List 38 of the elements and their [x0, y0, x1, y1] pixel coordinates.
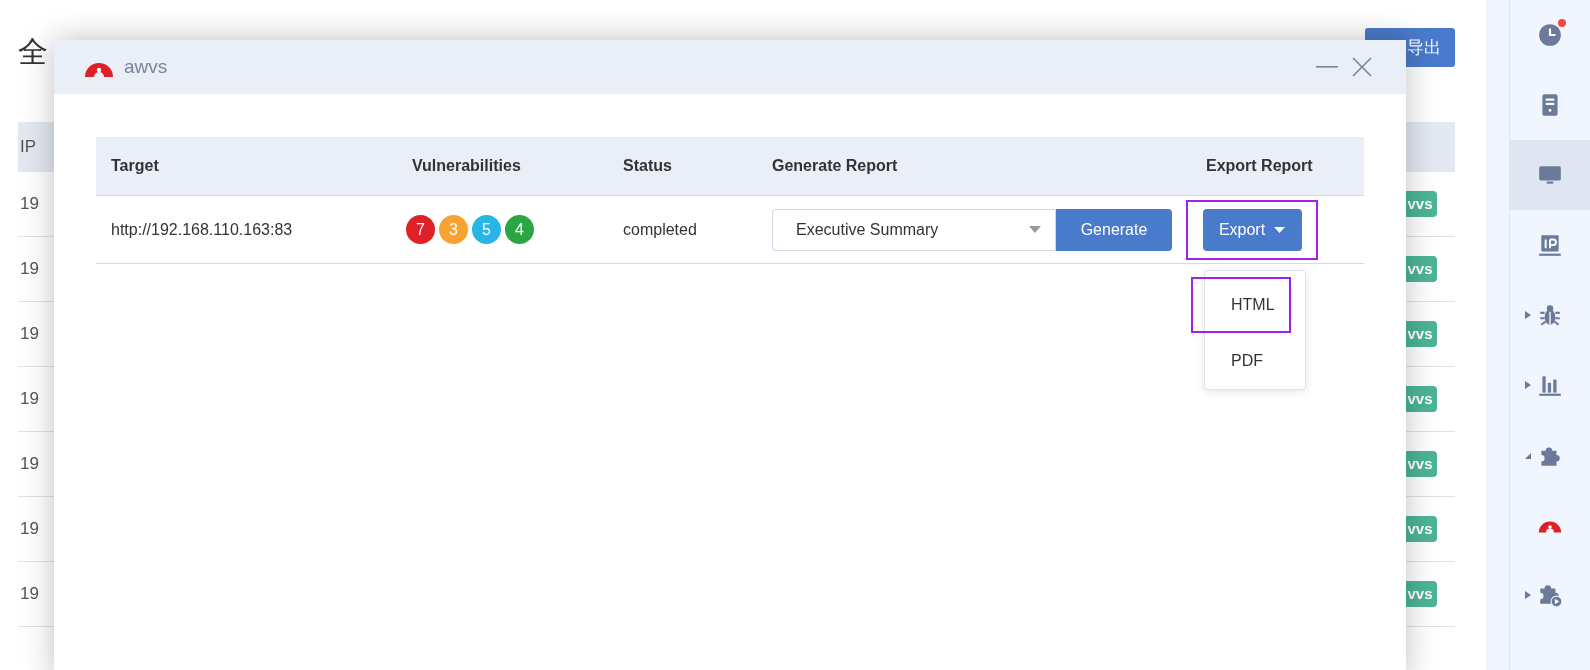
table-cell-text: 19	[20, 193, 39, 216]
column-header: Status	[623, 156, 673, 176]
column-header: IP	[20, 136, 37, 159]
report-type-select[interactable]: Executive Summary	[772, 208, 1056, 251]
collapsed-arrow-icon[interactable]	[1524, 310, 1532, 320]
vulnerability-count: 4	[505, 215, 534, 244]
minimize-icon[interactable]	[1316, 65, 1338, 69]
page-title: 全	[18, 34, 48, 70]
column-header: Vulnerabilities	[412, 156, 522, 176]
plugin-icon[interactable]	[1537, 582, 1563, 608]
table-cell-text: 19	[20, 453, 39, 476]
export-dropdown-button[interactable]: Export	[1202, 208, 1302, 251]
menu-item[interactable]: HTML	[1191, 277, 1291, 333]
clock-icon[interactable]	[1537, 22, 1563, 48]
sidebar-item[interactable]	[1510, 140, 1590, 210]
table-cell-text: 19	[20, 258, 39, 281]
table-cell-text: 19	[20, 388, 39, 411]
column-header: Target	[111, 156, 160, 176]
vulnerability-count: 3	[439, 215, 468, 244]
caret-icon	[1029, 226, 1041, 233]
column-header: Generate Report	[772, 156, 899, 176]
close-icon[interactable]	[1352, 57, 1372, 77]
column-header: Export Report	[1206, 156, 1314, 176]
collapsed-arrow-icon[interactable]	[1524, 590, 1532, 600]
collapsed-arrow-icon[interactable]	[1524, 380, 1532, 390]
generate-button[interactable]: Generate	[1056, 208, 1172, 251]
bug-icon[interactable]	[1537, 302, 1563, 328]
vulnerability-count: 5	[472, 215, 501, 244]
table-cell-text: 19	[20, 518, 39, 541]
caret-icon	[1274, 226, 1286, 233]
ip-icon[interactable]	[1537, 232, 1563, 258]
dialog-title: awvs	[124, 54, 168, 79]
status-text: completed	[623, 219, 698, 240]
table-cell-text: 19	[20, 323, 39, 346]
table-cell-text: 19	[20, 583, 39, 606]
menu-item[interactable]: PDF	[1205, 333, 1303, 389]
target-url: http://192.168.110.163:83	[111, 219, 294, 240]
vulnerability-count: 7	[406, 215, 435, 244]
